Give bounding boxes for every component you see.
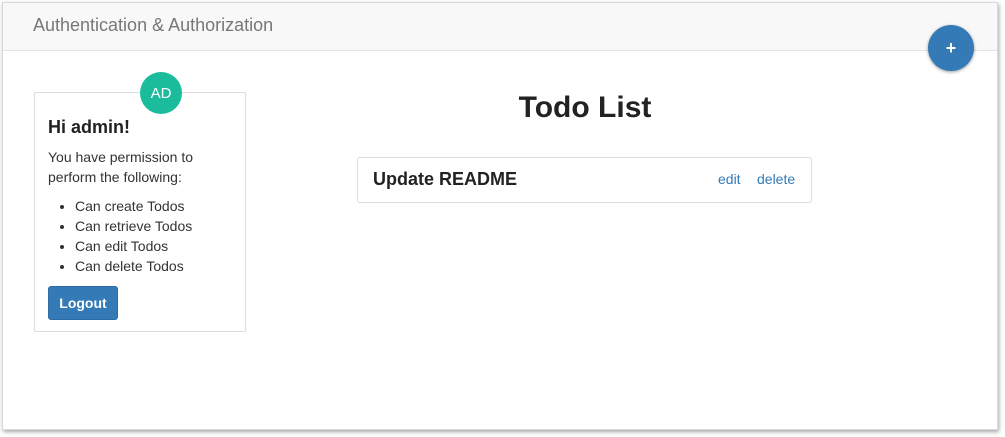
permission-item-retrieve: Can retrieve Todos xyxy=(75,216,192,236)
todo-edit-link[interactable]: edit xyxy=(718,171,741,187)
app-window: Authentication & Authorization + AD Hi a… xyxy=(2,2,998,430)
permission-item-delete: Can delete Todos xyxy=(75,256,192,276)
permission-description: You have permission to perform the follo… xyxy=(48,149,194,185)
permission-list: Can create Todos Can retrieve Todos Can … xyxy=(75,196,192,276)
user-card: AD Hi admin! You have permission to perf… xyxy=(34,72,246,332)
todo-item: Update README edit delete xyxy=(357,157,812,203)
add-todo-button[interactable]: + xyxy=(928,25,974,71)
avatar: AD xyxy=(140,72,182,114)
user-greeting: Hi admin! xyxy=(48,117,131,137)
permission-item-edit: Can edit Todos xyxy=(75,236,192,256)
todo-delete-link[interactable]: delete xyxy=(757,171,795,187)
todo-title: Update README xyxy=(373,169,518,189)
page-title: Todo List xyxy=(518,91,652,124)
navbar-brand[interactable]: Authentication & Authorization xyxy=(33,15,273,36)
permission-item-create: Can create Todos xyxy=(75,196,192,216)
navbar: Authentication & Authorization xyxy=(3,3,997,51)
logout-button[interactable]: Logout xyxy=(48,286,118,320)
